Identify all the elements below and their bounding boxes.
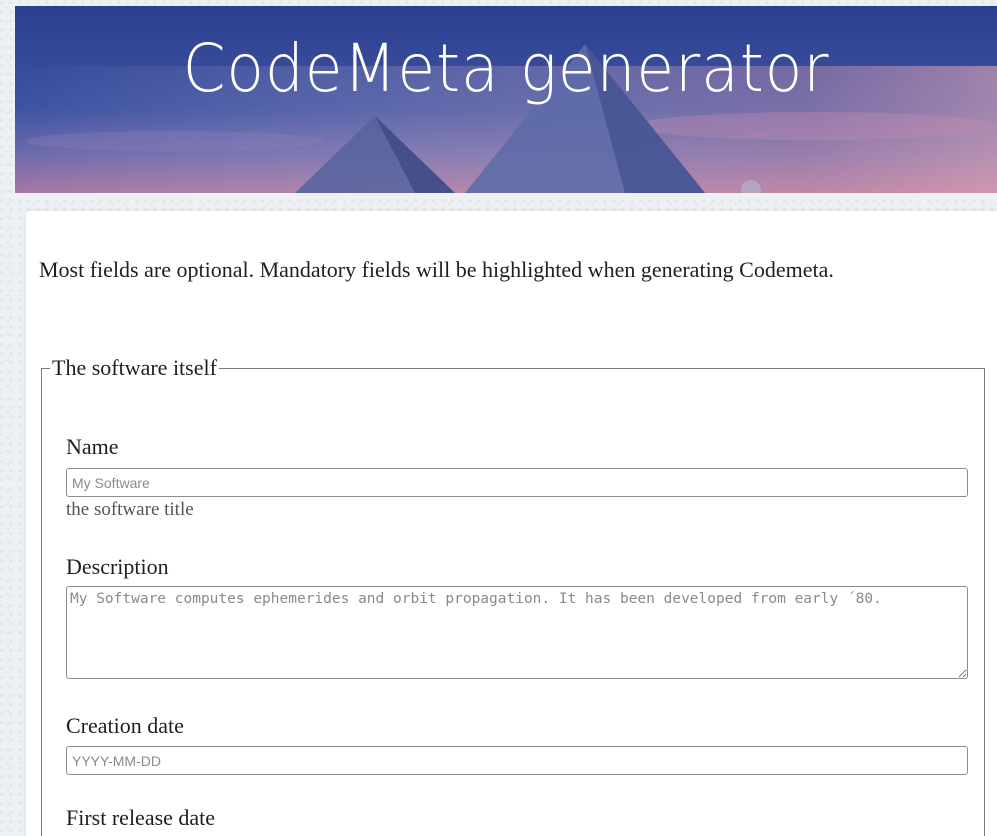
software-fieldset: The software itself Name the software ti… [41, 355, 985, 836]
software-fieldset-legend: The software itself [52, 355, 217, 380]
description-label: Description [66, 554, 169, 579]
header-banner: CodeMeta generator [15, 6, 997, 193]
intro-text: Most fields are optional. Mandatory fiel… [39, 257, 834, 282]
name-label: Name [66, 434, 119, 459]
first-release-date-label: First release date [66, 805, 216, 830]
page-title: CodeMeta generator [182, 30, 830, 107]
description-textarea[interactable] [66, 586, 968, 679]
name-hint: the software title [66, 499, 194, 520]
main-card: Most fields are optional. Mandatory fiel… [26, 211, 997, 836]
name-input[interactable] [66, 468, 968, 497]
creation-date-input[interactable] [66, 746, 968, 775]
creation-date-label: Creation date [66, 713, 184, 738]
